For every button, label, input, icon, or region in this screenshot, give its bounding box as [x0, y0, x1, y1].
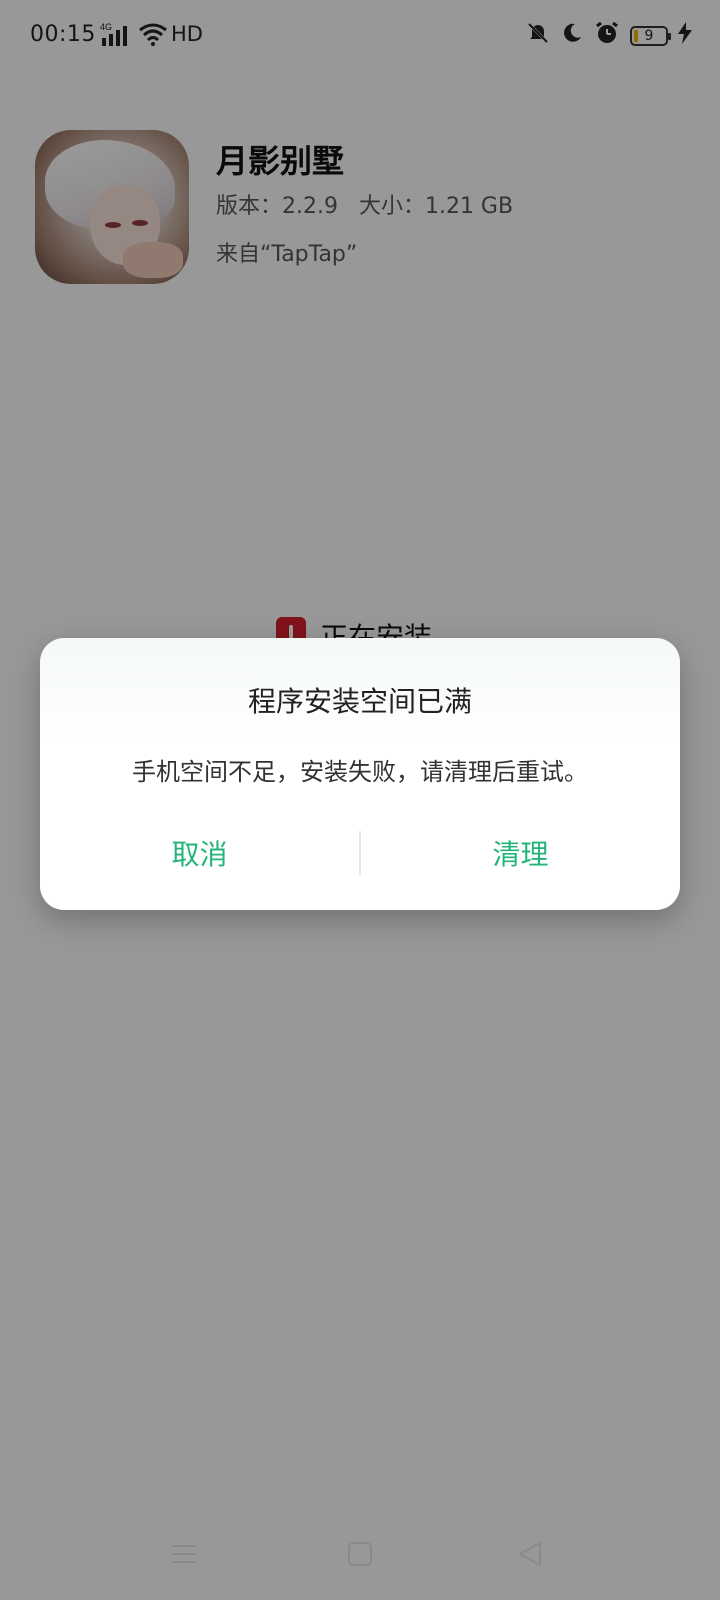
home-icon[interactable]	[340, 1534, 380, 1574]
dialog-title: 程序安装空间已满	[247, 685, 472, 718]
navigation-bar	[0, 1514, 720, 1600]
storage-full-dialog: 程序安装空间已满 手机空间不足，安装失败，请清理后重试。 取消 清理	[40, 638, 680, 910]
dialog-message: 手机空间不足，安装失败，请清理后重试。	[132, 758, 588, 786]
clean-button[interactable]: 清理	[361, 828, 680, 878]
dialog-actions: 取消 清理	[40, 828, 680, 878]
menu-icon[interactable]	[165, 1534, 205, 1574]
back-icon[interactable]	[510, 1534, 550, 1574]
cancel-button[interactable]: 取消	[40, 828, 359, 878]
